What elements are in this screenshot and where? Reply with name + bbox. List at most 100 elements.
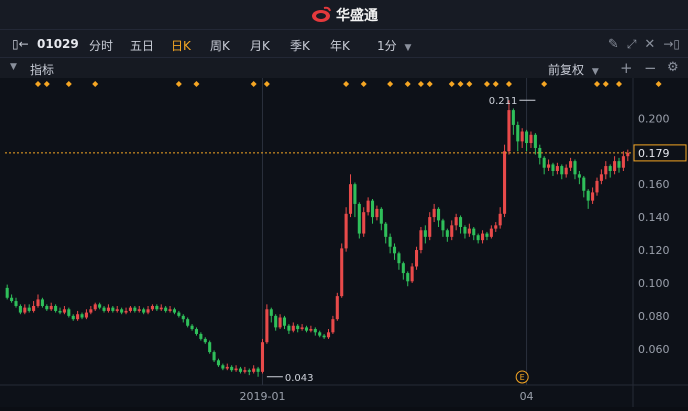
sidebar-right-toggle-icon[interactable]: →▯ [663,37,680,51]
candle-body [533,134,537,148]
candle-body [10,297,14,302]
candle-body [155,305,159,310]
candle-body [573,161,577,175]
candle-body [414,250,419,267]
candle-body [67,309,71,316]
event-dot [615,81,622,87]
candle-body [128,307,132,311]
candle-body [181,315,185,320]
candle-body [243,370,247,372]
candle-body [225,366,229,369]
candle-body [278,317,282,328]
candle-body [397,253,401,264]
interval-select[interactable]: 1分 ▼ [377,37,411,54]
tab-quarterly-k[interactable]: 季K [290,37,310,54]
event-dot [360,81,367,87]
candle-body [150,305,154,310]
event-dot [404,81,411,87]
kline-chart-area[interactable]: 0.2000.1800.1600.1400.1200.1000.0800.060… [0,78,688,407]
x-tick-label: 04 [520,390,534,403]
candle-body [84,312,88,318]
candle-body [115,309,119,311]
candle-body [256,368,260,372]
x-axis: 2019-01 04 [239,390,533,403]
candle-body [410,266,414,282]
expand-icon[interactable]: ⤢ [627,37,637,52]
candle-body [467,228,471,234]
candle-body [49,305,53,310]
adjust-select[interactable]: 前复权 ▼ [548,61,599,78]
sidebar-toggle-icon[interactable]: ▯← [12,37,29,51]
candle-body [525,131,529,144]
candle-body [309,329,313,331]
toolbar-actions: ✎ ⤢ ✕ →▯ [608,30,680,58]
candle-body [234,368,238,371]
candle-body [542,157,546,168]
tab-yearly-k[interactable]: 年K [330,37,350,54]
event-dot [43,81,50,87]
indicator-bar: ▼ 指标 前复权 ▼ + − ⚙ [0,58,688,78]
tab-daily-k[interactable]: 日K [171,37,191,54]
y-tick-label: 0.120 [638,244,670,257]
candle-body [520,131,524,142]
candle-body [613,161,617,172]
tab-weekly-k[interactable]: 周K [210,37,230,54]
candle-body [208,342,212,353]
candle-body [98,304,102,308]
candle-body [494,225,498,229]
y-tick-label: 0.100 [638,277,670,290]
candle-body [401,263,405,274]
candle-body [194,329,199,334]
add-icon[interactable]: + [620,59,633,77]
candle-body [142,309,146,313]
event-dot [602,81,609,87]
candle-body [124,310,128,313]
candle-body [331,319,335,333]
candle-body [450,225,454,237]
title-bar: 华盛通 [0,0,688,30]
candle-body [419,230,423,251]
candle-body [366,200,370,213]
pencil-icon[interactable]: ✎ [608,37,619,52]
candle-body [62,309,66,313]
candle-body [326,332,331,338]
event-dot [448,81,455,87]
candle-body [384,223,388,237]
candle-body [40,299,44,306]
candle-body [370,200,375,218]
candle-body [252,368,256,372]
candle-body [511,110,515,125]
tab-five-day[interactable]: 五日 [130,37,154,54]
candle-body [159,307,163,310]
event-dot [426,81,433,87]
candle-body [481,233,485,241]
candle-body [322,335,326,338]
settings-gear-icon[interactable]: ⚙ [667,60,679,75]
candle-body [93,304,97,310]
candle-body [274,315,278,328]
tab-monthly-k[interactable]: 月K [250,37,270,54]
kline-chart[interactable]: 0.2000.1800.1600.1400.1200.1000.0800.060… [0,78,688,407]
candle-body [463,226,467,234]
candle-body [555,166,559,172]
tab-intraday[interactable]: 分时 [89,37,113,54]
candle-body [498,213,502,226]
candle-body [106,307,110,311]
low-marker-label: 0.043 [285,373,314,384]
indicator-button[interactable]: 指标 [30,61,54,78]
candle-body [265,309,269,343]
minus-icon[interactable]: − [644,59,657,77]
event-dot [193,81,200,87]
stock-code[interactable]: 01029 [37,37,79,51]
candle-body [216,360,221,366]
candle-body [238,368,243,372]
candle-body [432,208,436,218]
event-dot [263,81,270,87]
collapse-icon[interactable]: ▼ [10,62,17,72]
candle-body [577,174,581,178]
close-icon[interactable]: ✕ [644,37,655,52]
chevron-down-icon: ▼ [591,67,599,77]
candle-body [177,312,181,316]
candle-body [428,217,432,237]
candle-body [476,235,480,241]
